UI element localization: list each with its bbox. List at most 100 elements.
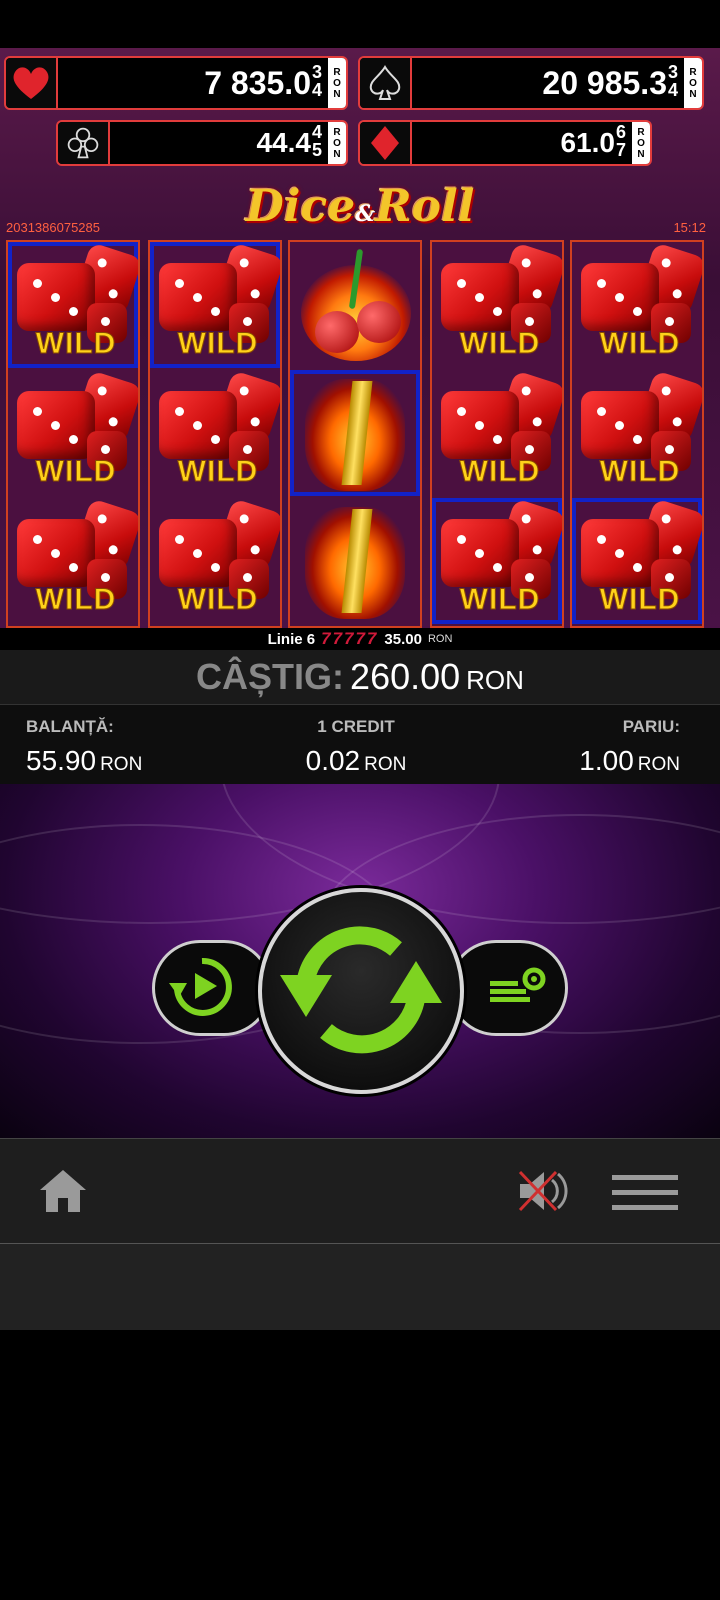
diamond-icon [360, 122, 412, 164]
spin-button[interactable] [258, 888, 464, 1094]
wild-label: WILD [35, 327, 117, 361]
jackpot-heart-value: 7 835.0 [204, 64, 311, 101]
home-button[interactable] [38, 1169, 88, 1217]
jackpot-spade-currency: RON [684, 58, 702, 108]
reel-cell: WILD [8, 370, 138, 496]
jackpot-spade-digit-top: 3 [667, 62, 678, 82]
bet-block: PARIU: 1.00 RON [579, 717, 680, 777]
reel-1: WILD WILD WILD [6, 240, 140, 628]
footer-strip [0, 1244, 720, 1330]
win-bar: CÂȘTIG: 260.00 RON [0, 650, 720, 704]
reel-cell: WILD [150, 498, 280, 624]
clock: 15:12 [673, 220, 706, 235]
menu-button[interactable] [610, 1173, 680, 1218]
wild-dice-symbol: WILD [153, 498, 280, 621]
win-line-amount: 35.00 [384, 630, 422, 648]
balance-currency: RON [100, 754, 143, 775]
wild-label: WILD [35, 583, 117, 617]
win-line-symbols: 77777 [321, 629, 379, 648]
spade-icon [360, 58, 412, 108]
reels: WILD WILD WILD WILD WILD WILD WILD WILD WILD WILD… [6, 240, 714, 628]
reel-cell: WILD [432, 498, 562, 624]
heart-icon [6, 58, 58, 108]
jackpot-diamond-digit-top: 6 [615, 122, 626, 142]
win-line-label: Linie 6 [267, 630, 316, 648]
wild-dice-symbol: WILD [11, 242, 138, 365]
wild-dice-symbol: WILD [153, 242, 280, 365]
jackpot-spade-value: 20 985.3 [542, 64, 667, 101]
reel-4: WILD WILD WILD [430, 240, 564, 628]
burning-seven-symbol [293, 373, 417, 493]
reel-2: WILD WILD WILD [148, 240, 282, 628]
jackpot-diamond-digit-bottom: 7 [615, 140, 626, 160]
club-icon [58, 122, 110, 164]
win-line-currency: RON [427, 633, 453, 645]
win-amount: 260.00 [350, 656, 461, 697]
bet-settings-icon [486, 963, 550, 1014]
win-currency: RON [466, 664, 524, 695]
game-screen: { "jackpots": { "heart": {"value": "7 83… [0, 0, 720, 1600]
jackpot-heart-digit-bottom: 4 [311, 80, 322, 100]
wild-dice-symbol: WILD [435, 498, 562, 621]
burning-seven-symbol [293, 501, 417, 621]
reel-cell: WILD [572, 498, 702, 624]
reel-cell: WILD [8, 242, 138, 368]
bottom-navbar [0, 1138, 720, 1244]
bet-currency: RON [637, 754, 680, 775]
wild-dice-symbol: WILD [435, 242, 562, 365]
jackpot-diamond-currency: RON [632, 122, 650, 164]
wild-label: WILD [599, 327, 681, 361]
wild-label: WILD [599, 583, 681, 617]
jackpot-club-value: 44.4 [256, 127, 311, 158]
reel-cell: WILD [572, 370, 702, 496]
credit-currency: RON [364, 754, 407, 775]
wild-dice-symbol: WILD [11, 370, 138, 493]
autoplay-button[interactable] [152, 940, 272, 1036]
credit-label: 1 CREDIT [317, 717, 395, 736]
reel-cell: WILD [150, 242, 280, 368]
wild-dice-symbol: WILD [575, 370, 702, 493]
burning-cherry-symbol [293, 245, 417, 365]
balance-block: BALANȚĂ: 55.90 RON [26, 717, 142, 777]
jackpot-heart: 7 835.0 34 RON [4, 56, 348, 110]
wild-dice-symbol: WILD [11, 498, 138, 621]
credit-value: 0.02 [305, 745, 361, 776]
jackpot-club-digit-bottom: 5 [311, 140, 322, 160]
reel-cell: WILD [8, 498, 138, 624]
jackpot-heart-digit-top: 3 [311, 62, 322, 82]
game-logo: Dice&Roll [245, 181, 475, 232]
wild-label: WILD [35, 455, 117, 489]
reel-cell: WILD [572, 242, 702, 368]
reel-cell [290, 370, 420, 496]
wild-label: WILD [459, 327, 541, 361]
wild-dice-symbol: WILD [435, 370, 562, 493]
reel-3 [288, 240, 422, 628]
jackpot-club-currency: RON [328, 122, 346, 164]
balance-value: 55.90 [26, 745, 97, 776]
wild-label: WILD [599, 455, 681, 489]
jackpot-club: 44.4 45 RON [56, 120, 348, 166]
wild-label: WILD [177, 455, 259, 489]
win-label: CÂȘTIG: [196, 656, 345, 697]
reel-cell [290, 498, 420, 624]
ticket-id: 2031386075285 [6, 220, 100, 235]
win-line-info: Linie 6 77777 35.00 RON [0, 628, 720, 650]
jackpot-club-digit-top: 4 [311, 122, 322, 142]
menu-icon [610, 1173, 680, 1218]
jackpot-heart-currency: RON [328, 58, 346, 108]
sound-button[interactable] [516, 1169, 572, 1217]
bet-value: 1.00 [579, 745, 634, 776]
wild-label: WILD [177, 327, 259, 361]
reel-cell: WILD [150, 370, 280, 496]
jackpot-diamond-value: 61.0 [560, 127, 615, 158]
spin-icon [276, 919, 446, 1064]
wild-label: WILD [177, 583, 259, 617]
bet-settings-button[interactable] [448, 940, 568, 1036]
jackpot-diamond: 61.0 67 RON [358, 120, 652, 166]
reel-cell [290, 242, 420, 368]
balance-label: BALANȚĂ: [26, 717, 114, 736]
wild-label: WILD [459, 455, 541, 489]
reel-cell: WILD [432, 242, 562, 368]
autoplay-icon [167, 953, 237, 1024]
wild-dice-symbol: WILD [575, 498, 702, 621]
